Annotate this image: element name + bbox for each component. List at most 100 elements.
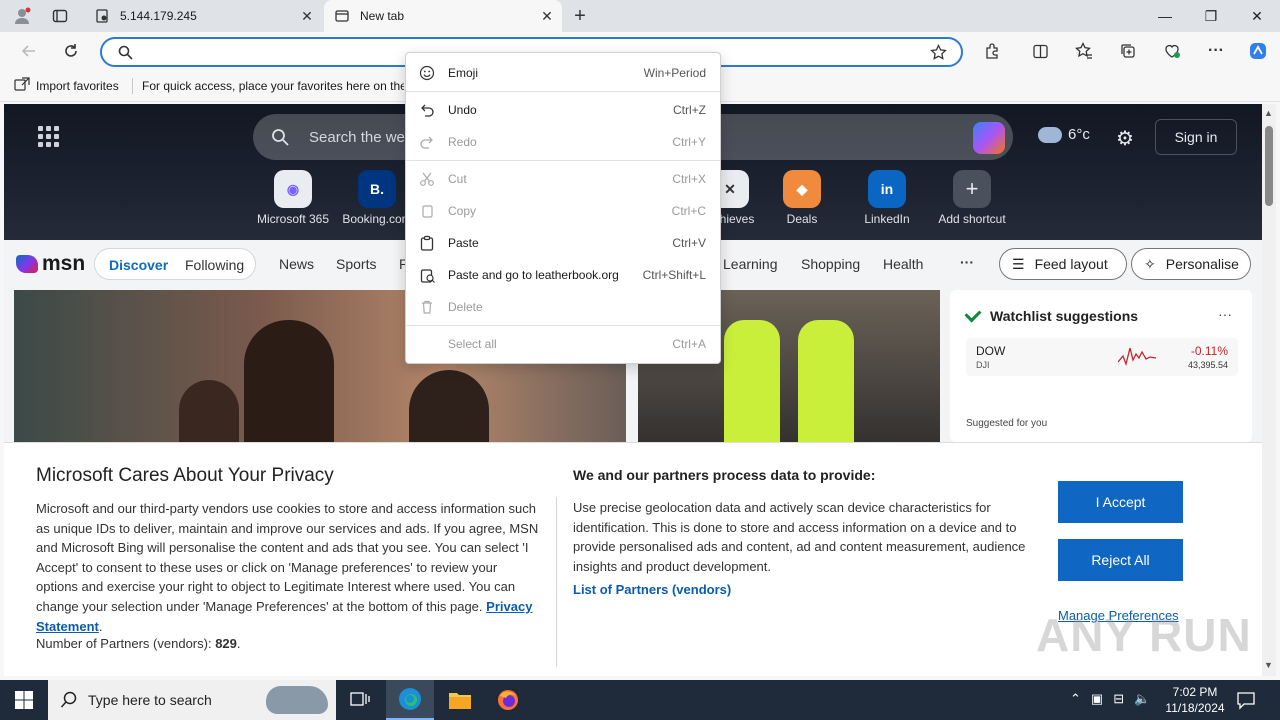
msn-logo[interactable]: msn xyxy=(16,252,85,276)
partners-list-link[interactable]: List of Partners (vendors) xyxy=(573,582,731,597)
search-highlight-icon xyxy=(266,686,328,714)
menu-item-paste-and-go[interactable]: Paste and go to leatherbook.org Ctrl+Shi… xyxy=(406,260,720,290)
copilot-icon[interactable] xyxy=(1244,38,1272,64)
tab-ip[interactable]: 5.144.179.245 ✕ xyxy=(84,0,322,32)
favorites-icon[interactable] xyxy=(1070,38,1098,64)
start-button[interactable] xyxy=(0,680,48,720)
app-launcher-icon[interactable] xyxy=(38,126,59,147)
new-tab-button[interactable]: + xyxy=(566,4,594,28)
page-scrollbar[interactable]: ▲ ▼ xyxy=(1262,104,1276,676)
nav-more-icon[interactable]: ··· xyxy=(960,254,974,270)
booking-icon: B. xyxy=(358,170,396,208)
add-favorite-star-icon[interactable] xyxy=(930,43,947,64)
accept-button[interactable]: I Accept xyxy=(1058,481,1183,523)
menu-item-redo[interactable]: Redo Ctrl+Y xyxy=(406,127,720,157)
privacy-title: Microsoft Cares About Your Privacy xyxy=(36,465,334,486)
menu-separator xyxy=(406,160,720,161)
nav-sports[interactable]: Sports xyxy=(336,256,376,272)
close-tab-icon[interactable]: ✕ xyxy=(536,5,558,27)
sliders-icon: ☰ xyxy=(1012,255,1025,272)
restore-button[interactable]: ❐ xyxy=(1188,0,1234,32)
task-view-icon[interactable] xyxy=(336,680,384,720)
settings-more-icon[interactable]: ··· xyxy=(1202,38,1230,64)
menu-item-emoji[interactable]: Emoji Win+Period xyxy=(406,58,720,88)
import-favorites-button[interactable]: Import favorites xyxy=(14,77,119,94)
nav-learning[interactable]: Learning xyxy=(723,256,778,272)
weather-temp: 6°c xyxy=(1068,126,1090,143)
collections-icon[interactable] xyxy=(1114,38,1142,64)
profile-icon[interactable] xyxy=(8,4,36,28)
shortcut-label: Add shortcut xyxy=(938,212,1006,226)
device-icon[interactable]: ▣ xyxy=(1091,691,1103,707)
back-button[interactable] xyxy=(14,36,44,66)
tab-new-tab[interactable]: New tab ✕ xyxy=(324,0,562,32)
privacy-body: Microsoft and our third-party vendors us… xyxy=(36,501,539,634)
browser-essentials-icon[interactable] xyxy=(1158,38,1186,64)
edge-taskbar-icon[interactable] xyxy=(386,680,434,720)
redo-icon xyxy=(418,133,436,151)
nav-health[interactable]: Health xyxy=(883,256,923,272)
refresh-button[interactable] xyxy=(56,36,86,66)
menu-label: Cut xyxy=(448,172,467,186)
menu-item-cut[interactable]: Cut Ctrl+X xyxy=(406,164,720,194)
minimize-button[interactable]: — xyxy=(1142,0,1188,32)
menu-shortcut: Ctrl+Shift+L xyxy=(642,268,706,282)
import-favorites-label: Import favorites xyxy=(36,78,119,93)
firefox-icon[interactable] xyxy=(484,680,532,720)
import-icon xyxy=(14,77,30,94)
shortcut-microsoft-365[interactable]: ◉ Microsoft 365 xyxy=(253,170,333,226)
sparkline xyxy=(1118,347,1157,367)
shortcut-linkedin[interactable]: in LinkedIn xyxy=(847,170,927,226)
watchlist-card: Watchlist suggestions ··· DOW DJI -0.11%… xyxy=(950,290,1252,442)
menu-item-undo[interactable]: Undo Ctrl+Z xyxy=(406,95,720,125)
sign-in-button[interactable]: Sign in xyxy=(1155,119,1237,155)
split-screen-icon[interactable] xyxy=(1026,38,1054,64)
menu-label: Undo xyxy=(448,103,477,117)
nav-news[interactable]: News xyxy=(279,256,314,272)
shortcut-add[interactable]: + Add shortcut xyxy=(932,170,1012,226)
network-icon[interactable]: ⊟ xyxy=(1113,691,1124,707)
close-tab-icon[interactable]: ✕ xyxy=(296,5,318,27)
ticker-price: 43,395.54 xyxy=(1187,360,1228,370)
menu-item-select-all[interactable]: Select all Ctrl+A xyxy=(406,329,720,359)
extensions-icon[interactable] xyxy=(978,38,1006,64)
page-settings-gear-icon[interactable]: ⚙ xyxy=(1116,126,1134,151)
weather-widget[interactable]: 6°c xyxy=(1038,126,1090,143)
watchlist-more-icon[interactable]: ··· xyxy=(1218,306,1232,322)
tray-overflow-icon[interactable]: ⌃ xyxy=(1070,691,1081,707)
file-explorer-icon[interactable] xyxy=(436,680,484,720)
menu-item-delete[interactable]: Delete xyxy=(406,292,720,322)
feed-toggle: Discover Following xyxy=(94,248,256,280)
reject-all-button[interactable]: Reject All xyxy=(1058,539,1183,581)
taskbar-search-box[interactable]: Type here to search xyxy=(48,680,336,720)
shortcut-label: Deals xyxy=(786,212,818,226)
menu-item-paste[interactable]: Paste Ctrl+V xyxy=(406,228,720,258)
volume-icon[interactable]: 🔈 xyxy=(1134,691,1150,707)
personalise-button[interactable]: ✧ Personalise xyxy=(1131,248,1251,280)
scrollbar-thumb[interactable] xyxy=(1265,126,1273,206)
personalise-label: Personalise xyxy=(1165,256,1239,272)
feed-layout-button[interactable]: ☰ Feed layout xyxy=(999,248,1127,280)
tab-discover[interactable]: Discover xyxy=(109,257,168,273)
shortcut-deals[interactable]: ◆ Deals xyxy=(762,170,842,226)
microsoft-365-icon: ◉ xyxy=(274,170,312,208)
tab-actions-icon[interactable] xyxy=(46,4,74,28)
tab-following[interactable]: Following xyxy=(185,257,244,273)
watchlist-row[interactable]: DOW DJI -0.11% 43,395.54 xyxy=(966,338,1238,376)
menu-shortcut: Ctrl+Z xyxy=(673,103,706,117)
ticker-sub: DJI xyxy=(976,360,990,370)
close-window-button[interactable]: ✕ xyxy=(1234,0,1280,32)
delete-icon xyxy=(418,298,436,316)
police-figure xyxy=(724,320,780,442)
notification-icon[interactable] xyxy=(1236,690,1256,713)
menu-item-copy[interactable]: Copy Ctrl+C xyxy=(406,196,720,226)
cloud-icon xyxy=(1038,126,1062,143)
new-tab-page-icon xyxy=(334,8,350,24)
scroll-up-icon[interactable]: ▲ xyxy=(1264,108,1273,118)
favorites-separator xyxy=(132,78,133,94)
copilot-search-icon[interactable] xyxy=(973,122,1005,154)
scroll-down-icon[interactable]: ▼ xyxy=(1264,660,1273,670)
menu-label: Redo xyxy=(448,135,477,149)
taskbar-clock[interactable]: 7:02 PM 11/18/2024 xyxy=(1160,684,1230,716)
nav-shopping[interactable]: Shopping xyxy=(801,256,860,272)
